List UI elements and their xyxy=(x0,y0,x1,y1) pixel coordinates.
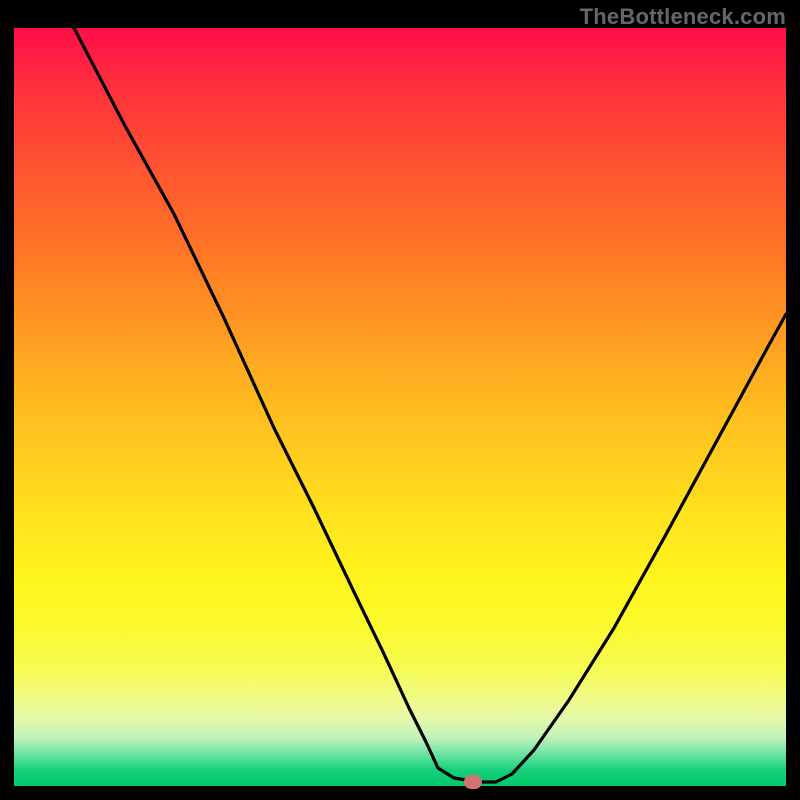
bottleneck-curve xyxy=(14,28,786,786)
optimal-point-marker xyxy=(464,775,482,789)
chart-frame: TheBottleneck.com xyxy=(0,0,800,800)
plot-area xyxy=(14,28,786,786)
watermark-text: TheBottleneck.com xyxy=(580,4,786,30)
